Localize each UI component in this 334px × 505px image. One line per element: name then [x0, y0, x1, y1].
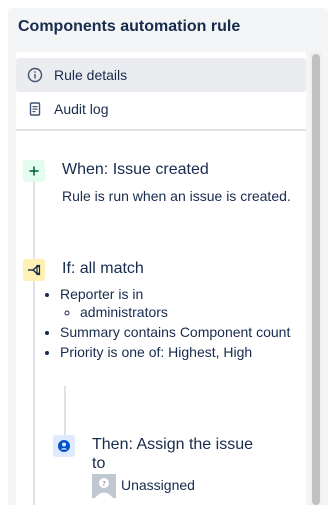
document-icon	[26, 100, 44, 118]
condition-item: Reporter is in administrators	[60, 285, 306, 321]
menu-item-label: Audit log	[54, 101, 109, 117]
condition-text: Reporter is in	[60, 286, 144, 302]
condition-title[interactable]: If: all match	[62, 260, 144, 278]
info-icon	[26, 66, 44, 84]
action-title-line1[interactable]: Then: Assign the issue	[92, 436, 253, 454]
menu-item-rule-details[interactable]: Rule details	[16, 58, 306, 92]
menu-item-label: Rule details	[54, 67, 128, 83]
condition-list: Reporter is in administrators Summary co…	[42, 285, 306, 363]
scrollbar[interactable]	[310, 52, 322, 505]
plus-icon	[23, 160, 45, 182]
svg-text:?: ?	[102, 480, 106, 488]
panel-title: Components automation rule	[18, 18, 241, 35]
branch-icon	[23, 259, 45, 281]
avatar: ?	[92, 474, 116, 498]
condition-sub-item: administrators	[80, 303, 306, 321]
user-circle-icon	[53, 435, 75, 457]
trigger-description: Rule is run when an issue is created.	[62, 188, 291, 204]
rule-content: Rule details Audit log When: Issue creat…	[16, 52, 306, 505]
action-title-line2: to	[92, 455, 106, 472]
timeline-branch-line	[64, 386, 66, 436]
timeline-line	[33, 180, 35, 505]
condition-sub-list: administrators	[60, 303, 306, 321]
assignee-name: Unassigned	[121, 477, 195, 493]
divider	[16, 129, 306, 131]
trigger-title[interactable]: When: Issue created	[62, 161, 209, 179]
rule-panel: Components automation rule Rule details	[8, 8, 328, 505]
scrollbar-thumb[interactable]	[312, 54, 320, 505]
condition-item: Summary contains Component count	[60, 323, 306, 341]
menu-item-audit-log[interactable]: Audit log	[16, 92, 306, 126]
condition-item: Priority is one of: Highest, High	[60, 343, 306, 361]
